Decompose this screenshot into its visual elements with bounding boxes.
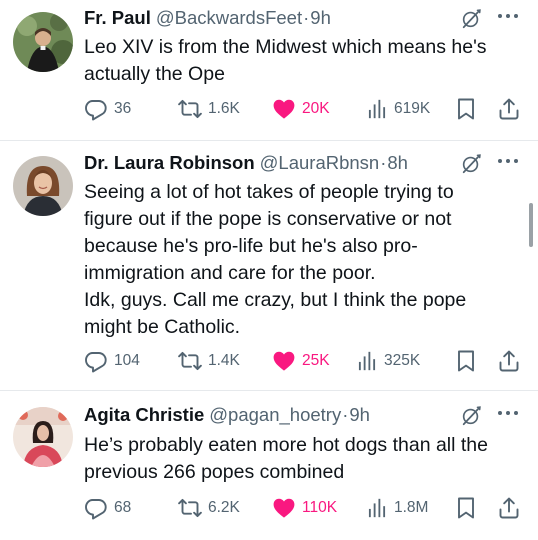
retweet-button[interactable]: 1.6K [178, 95, 240, 123]
reply-button[interactable]: 104 [84, 347, 140, 375]
like-count: 25K [302, 352, 330, 369]
author-name[interactable]: Fr. Paul [84, 4, 151, 32]
author-name[interactable]: Agita Christie [84, 401, 204, 429]
action-bar: 36 1.6K 20K 619K [84, 95, 528, 123]
reply-button[interactable]: 36 [84, 95, 131, 123]
bookmark-icon [454, 97, 478, 121]
separator-dot: · [303, 7, 310, 28]
bookmark-icon [454, 496, 478, 520]
view-count: 325K [384, 352, 421, 369]
heart-icon [272, 97, 296, 121]
timestamp[interactable]: 8h [387, 149, 408, 177]
author-name[interactable]: Dr. Laura Robinson [84, 149, 255, 177]
heart-icon [272, 496, 296, 520]
timestamp[interactable]: 9h [310, 4, 331, 32]
tweet-header: Fr. Paul @BackwardsFeet · 9h [84, 4, 528, 32]
tweet-header: Dr. Laura Robinson @LauraRbnsn · 8h [84, 149, 528, 177]
tweet-text: Seeing a lot of hot takes of people tryi… [84, 181, 467, 338]
tweet-text: Leo XIV is from the Midwest which means … [84, 36, 487, 85]
bookmark-button[interactable] [454, 494, 478, 522]
like-button[interactable]: 110K [272, 494, 337, 522]
retweet-count: 6.2K [208, 499, 240, 516]
separator-dot: · [380, 152, 387, 173]
bookmark-button[interactable] [454, 95, 478, 123]
avatar[interactable] [13, 12, 73, 72]
share-icon [497, 349, 521, 373]
retweet-button[interactable]: 6.2K [178, 494, 240, 522]
timestamp[interactable]: 9h [349, 401, 370, 429]
share-button[interactable] [497, 347, 521, 375]
like-button[interactable]: 20K [272, 95, 330, 123]
separator-dot: · [342, 404, 349, 425]
bookmark-icon [454, 349, 478, 373]
action-bar: 104 1.4K 25K 325K [84, 347, 528, 375]
bookmark-button[interactable] [454, 347, 478, 375]
like-count: 110K [302, 499, 338, 516]
share-button[interactable] [497, 95, 521, 123]
retweet-icon [178, 349, 202, 373]
reply-icon [84, 97, 108, 121]
views-button[interactable]: 619K [366, 95, 430, 123]
retweet-icon [178, 97, 202, 121]
like-count: 20K [302, 100, 330, 117]
reply-count: 104 [114, 352, 140, 369]
grok-icon[interactable] [460, 405, 482, 427]
reply-count: 68 [114, 499, 132, 516]
author-handle[interactable]: @pagan_hoetry [209, 401, 341, 429]
views-button[interactable]: 1.8M [366, 494, 428, 522]
like-button[interactable]: 25K [272, 347, 330, 375]
view-count: 1.8M [394, 499, 429, 516]
retweet-icon [178, 496, 202, 520]
reply-button[interactable]: 68 [84, 494, 131, 522]
share-icon [497, 97, 521, 121]
author-handle[interactable]: @BackwardsFeet [156, 4, 302, 32]
tweet-header: Agita Christie @pagan_hoetry · 9h [84, 401, 528, 429]
scrollbar[interactable] [529, 203, 533, 247]
share-icon [497, 496, 521, 520]
retweet-count: 1.6K [208, 100, 240, 117]
views-icon [366, 98, 388, 120]
grok-icon[interactable] [460, 153, 482, 175]
share-button[interactable] [497, 494, 521, 522]
tweet-3[interactable]: Agita Christie @pagan_hoetry · 9h He’s p… [0, 391, 538, 540]
grok-icon[interactable] [460, 8, 482, 30]
views-icon [366, 497, 388, 519]
author-handle[interactable]: @LauraRbnsn [260, 149, 380, 177]
more-icon[interactable] [496, 403, 520, 423]
avatar[interactable] [13, 407, 73, 467]
more-icon[interactable] [496, 151, 520, 171]
tweet-1[interactable]: Fr. Paul @BackwardsFeet · 9h Leo XIV is … [0, 0, 538, 140]
more-icon[interactable] [496, 6, 520, 26]
tweet-2[interactable]: Dr. Laura Robinson @LauraRbnsn · 8h Seei… [0, 141, 538, 390]
tweet-text: He’s probably eaten more hot dogs than a… [84, 434, 488, 483]
avatar[interactable] [13, 156, 73, 216]
reply-icon [84, 349, 108, 373]
action-bar: 68 6.2K 110K 1.8M [84, 494, 528, 522]
reply-icon [84, 496, 108, 520]
heart-icon [272, 349, 296, 373]
retweet-button[interactable]: 1.4K [178, 347, 240, 375]
views-icon [356, 350, 378, 372]
views-button[interactable]: 325K [356, 347, 420, 375]
view-count: 619K [394, 100, 431, 117]
retweet-count: 1.4K [208, 352, 240, 369]
reply-count: 36 [114, 100, 132, 117]
